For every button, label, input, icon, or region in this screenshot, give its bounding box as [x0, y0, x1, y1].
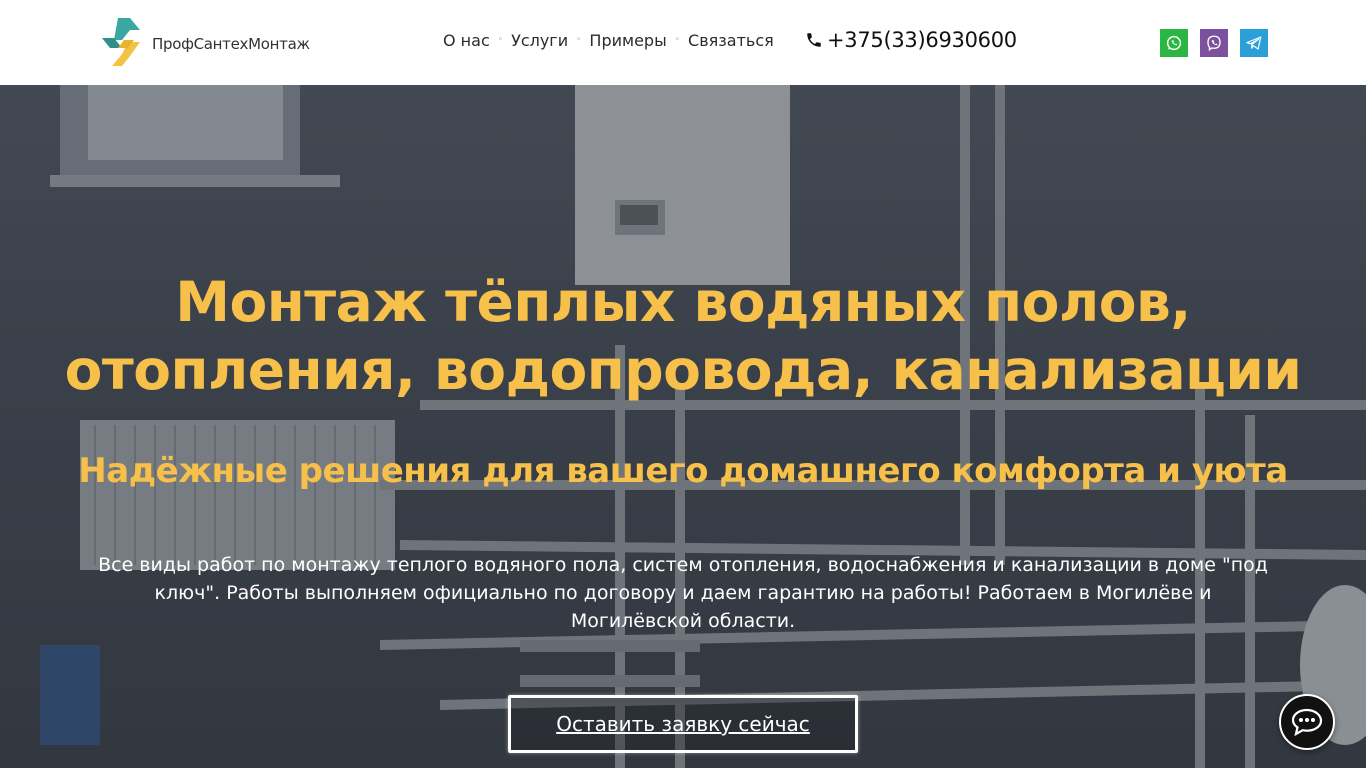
nav-separator: ◦ — [674, 34, 681, 45]
request-button[interactable]: Оставить заявку сейчас — [508, 695, 858, 753]
nav-separator: ◦ — [576, 34, 582, 45]
phone-icon — [807, 33, 821, 47]
logo[interactable]: ПрофСантехМонтаж — [100, 16, 310, 68]
viber-button[interactable] — [1200, 29, 1228, 57]
telegram-button[interactable] — [1240, 29, 1268, 57]
nav-link-contact[interactable]: Связаться — [688, 31, 774, 50]
viber-icon — [1207, 35, 1221, 52]
hero-subtitle: Надёжные решения для вашего домашнего ко… — [78, 451, 1288, 491]
site-header: ПрофСантехМонтаж О нас ◦ Услуги ◦ Пример… — [0, 0, 1366, 85]
phone-link[interactable]: +375(33)6930600 — [805, 28, 1017, 52]
phone-number: +375(33)6930600 — [827, 28, 1017, 52]
nav-separator: ◦ — [497, 34, 504, 45]
chat-widget-button[interactable] — [1279, 694, 1335, 750]
telegram-icon — [1246, 36, 1262, 50]
hero-section: Монтаж тёплых водяных полов, отопления, … — [0, 85, 1366, 768]
nav-link-about[interactable]: О нас — [443, 31, 490, 50]
whatsapp-icon — [1166, 35, 1182, 51]
main-nav: О нас ◦ Услуги ◦ Примеры ◦ Связаться — [443, 31, 774, 50]
hero-title-line1: Монтаж тёплых водяных полов, — [175, 270, 1191, 334]
nav-link-examples[interactable]: Примеры — [589, 31, 666, 50]
nav-link-services[interactable]: Услуги — [511, 31, 568, 50]
hero-title-line2: отопления, водопровода, канализации — [64, 338, 1302, 402]
logo-icon — [102, 18, 140, 66]
whatsapp-button[interactable] — [1160, 29, 1188, 57]
hero-title: Монтаж тёплых водяных полов, отопления, … — [40, 268, 1326, 404]
hero-overlay — [0, 85, 1366, 768]
logo-text: ПрофСантехМонтаж — [152, 35, 310, 53]
hero-description: Все виды работ по монтажу теплого водяно… — [98, 554, 1268, 632]
chat-icon — [1291, 708, 1323, 736]
